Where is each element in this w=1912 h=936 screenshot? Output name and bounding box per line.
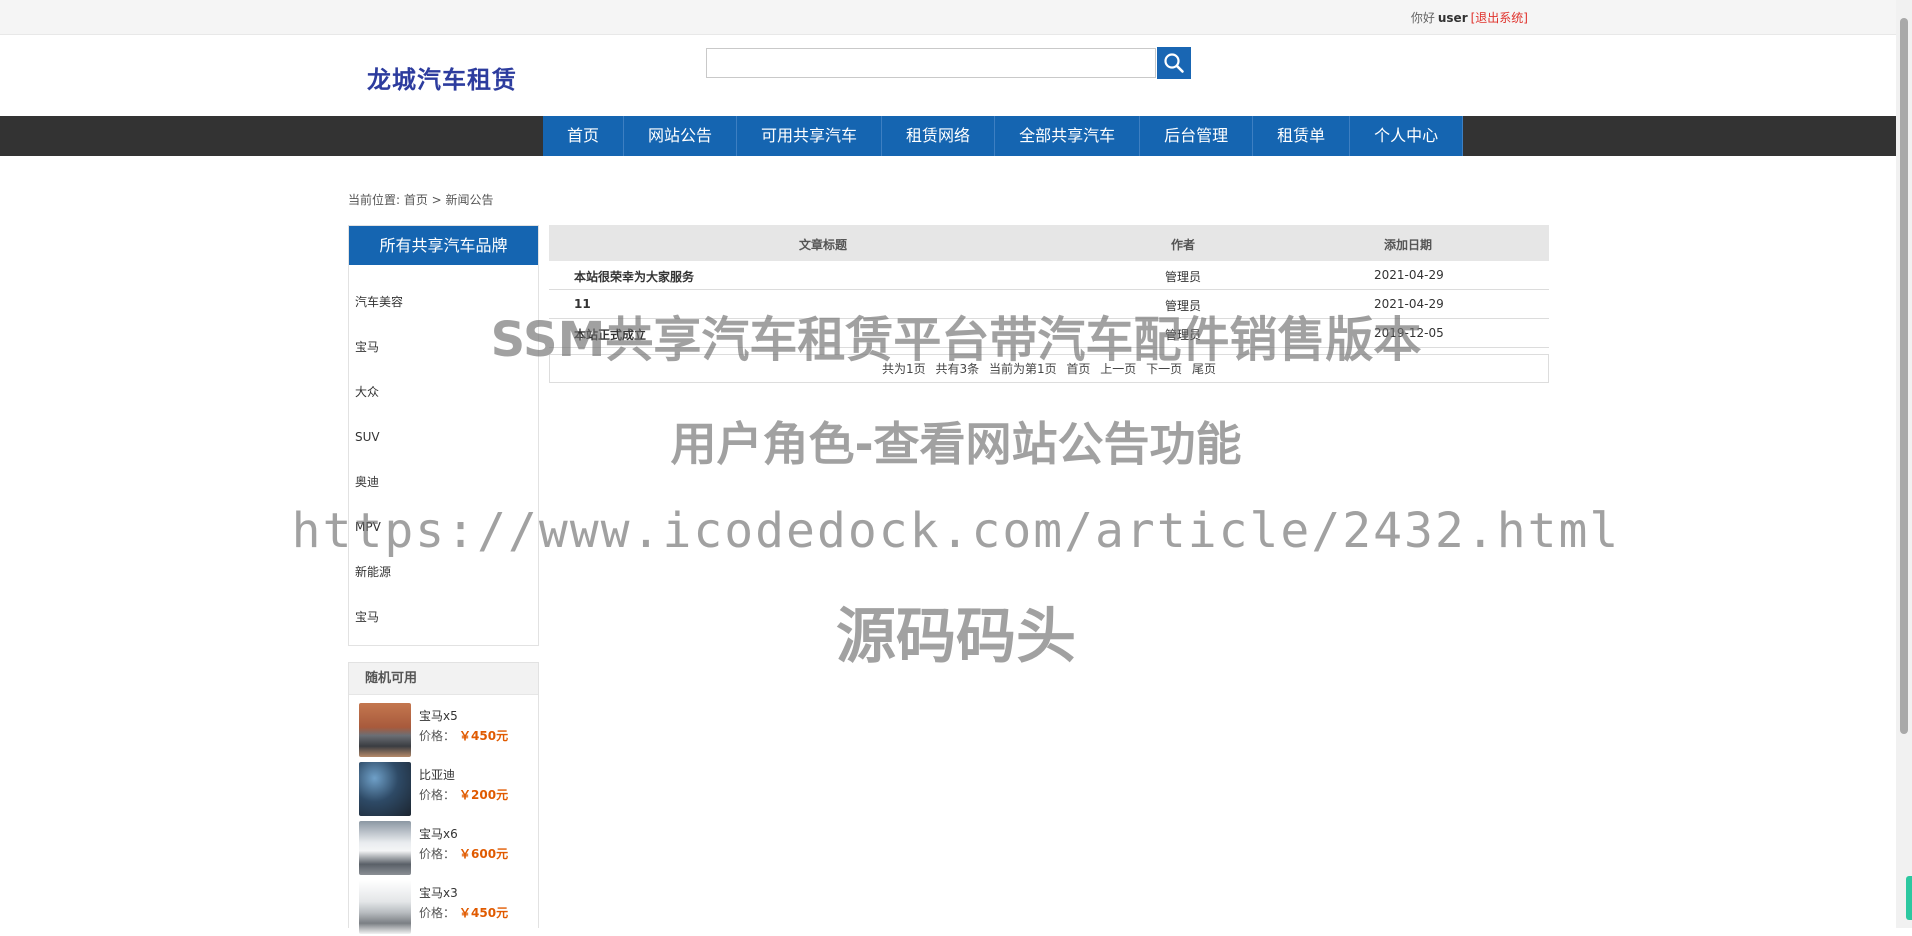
pager-total-items: 共有3条 (935, 362, 980, 376)
brand-panel: 所有共享汽车品牌 汽车美容 宝马 大众 SUV 奥迪 MPV 新能源 宝马 (348, 225, 539, 646)
column-date: 添加日期 (1384, 238, 1433, 252)
car-thumbnail[interactable] (359, 762, 411, 816)
article-title-link[interactable]: 本站很荣幸为大家服务 (574, 268, 694, 285)
article-title-link[interactable]: 11 (574, 297, 591, 311)
car-price: 价格： ￥600元 (419, 845, 508, 862)
car-thumbnail[interactable] (359, 880, 411, 934)
brand-list: 汽车美容 宝马 大众 SUV 奥迪 MPV 新能源 宝马 (349, 265, 538, 647)
pager-first[interactable]: 首页 (1066, 362, 1090, 376)
article-date: 2021-04-29 (1374, 268, 1444, 282)
nav-home[interactable]: 首页 (543, 116, 625, 156)
search-input[interactable] (706, 48, 1156, 78)
brand-item-audi[interactable]: 奥迪 (349, 467, 538, 512)
brand-item-new-energy[interactable]: 新能源 (349, 557, 538, 602)
username: user (1437, 11, 1468, 25)
nav-rental-orders[interactable]: 租赁单 (1253, 116, 1351, 156)
pagination: 共为1页 共有3条 当前为第1页 首页 上一页 下一页 尾页 (549, 354, 1549, 383)
price-label: 价格： (419, 729, 456, 743)
search-button[interactable] (1157, 47, 1191, 79)
site-logo[interactable]: 龙城汽车租赁 (367, 60, 517, 95)
vertical-scrollbar[interactable] (1896, 0, 1912, 928)
price-label: 价格： (419, 847, 456, 861)
pager-next[interactable]: 下一页 (1146, 362, 1182, 376)
column-title: 文章标题 (799, 238, 848, 252)
car-name[interactable]: 宝马x6 (419, 825, 458, 842)
nav-rental-network[interactable]: 租赁网络 (882, 116, 996, 156)
article-author: 管理员 (1165, 299, 1202, 313)
random-cars-panel: 随机可用 宝马x5 价格： ￥450元 比亚迪 价格： ￥200元 宝马x6 价格：… (348, 662, 539, 934)
pager-prev[interactable]: 上一页 (1100, 362, 1136, 376)
brand-item-car-beauty[interactable]: 汽车美容 (349, 287, 538, 332)
car-price: 价格： ￥450元 (419, 904, 508, 921)
brand-item-volkswagen[interactable]: 大众 (349, 377, 538, 422)
brand-item-bmw-2[interactable]: 宝马 (349, 602, 538, 647)
car-price: 价格： ￥200元 (419, 786, 508, 803)
price-value: ￥450元 (459, 906, 509, 920)
article-author: 管理员 (1165, 328, 1202, 342)
scrollbar-thumb[interactable] (1900, 18, 1908, 734)
price-value: ￥450元 (459, 729, 509, 743)
brand-panel-title: 所有共享汽车品牌 (349, 226, 538, 265)
random-cars-title: 随机可用 (349, 663, 538, 695)
price-label: 价格： (419, 906, 456, 920)
user-greeting: 你好 user [退出系统] (1411, 9, 1528, 26)
logout-link[interactable]: [退出系统] (1471, 11, 1528, 25)
nav-available-cars[interactable]: 可用共享汽车 (737, 116, 883, 156)
table-row: 11 管理员 2021-04-29 (549, 290, 1549, 319)
watermark-line-3: https://www.icodedock.com/article/2432.h… (291, 503, 1621, 559)
car-name[interactable]: 宝马x3 (419, 884, 458, 901)
article-title-link[interactable]: 本站正式成立 (574, 326, 646, 343)
car-price: 价格： ￥450元 (419, 727, 508, 744)
price-label: 价格： (419, 788, 456, 802)
brand-item-mpv[interactable]: MPV (349, 512, 538, 557)
table-header: 文章标题 作者 添加日期 (549, 225, 1549, 261)
car-name[interactable]: 宝马x5 (419, 707, 458, 724)
car-name[interactable]: 比亚迪 (419, 766, 455, 783)
nav-announcements[interactable]: 网站公告 (624, 116, 738, 156)
watermark-line-4: 源码码头 (836, 602, 1076, 672)
main-nav-bar: 首页 网站公告 可用共享汽车 租赁网络 全部共享汽车 后台管理 租赁单 个人中心 (0, 116, 1896, 156)
table-row: 本站很荣幸为大家服务 管理员 2021-04-29 (549, 261, 1549, 290)
pager-last[interactable]: 尾页 (1192, 362, 1216, 376)
pager-current: 当前为第1页 (988, 362, 1057, 376)
search-icon (1164, 53, 1184, 73)
nav-profile[interactable]: 个人中心 (1350, 116, 1464, 156)
car-item: 比亚迪 价格： ￥200元 (359, 762, 529, 818)
car-item: 宝马x6 价格： ￥600元 (359, 821, 529, 877)
pager-total-pages: 共为1页 (882, 362, 926, 376)
column-author: 作者 (1171, 238, 1196, 252)
price-value: ￥200元 (459, 788, 509, 802)
nav-all-cars[interactable]: 全部共享汽车 (995, 116, 1141, 156)
car-thumbnail[interactable] (359, 821, 411, 875)
main-nav: 首页 网站公告 可用共享汽车 租赁网络 全部共享汽车 后台管理 租赁单 个人中心 (543, 116, 1464, 156)
watermark-line-2: 用户角色-查看网站公告功能 (670, 417, 1242, 471)
breadcrumb: 当前位置: 首页 > 新闻公告 (348, 193, 494, 207)
article-date: 2021-04-29 (1374, 297, 1444, 311)
top-bar: 你好 user [退出系统] (0, 0, 1896, 35)
article-date: 2019-12-05 (1374, 326, 1444, 340)
side-float-tab[interactable] (1906, 876, 1912, 920)
car-item: 宝马x5 价格： ￥450元 (359, 703, 529, 759)
greeting-text: 你好 (1410, 11, 1435, 25)
table-row: 本站正式成立 管理员 2019-12-05 (549, 319, 1549, 348)
article-author: 管理员 (1165, 270, 1202, 284)
brand-item-suv[interactable]: SUV (349, 422, 538, 467)
price-value: ￥600元 (459, 847, 509, 861)
brand-item-bmw[interactable]: 宝马 (349, 332, 538, 377)
car-thumbnail[interactable] (359, 703, 411, 757)
nav-admin[interactable]: 后台管理 (1140, 116, 1254, 156)
